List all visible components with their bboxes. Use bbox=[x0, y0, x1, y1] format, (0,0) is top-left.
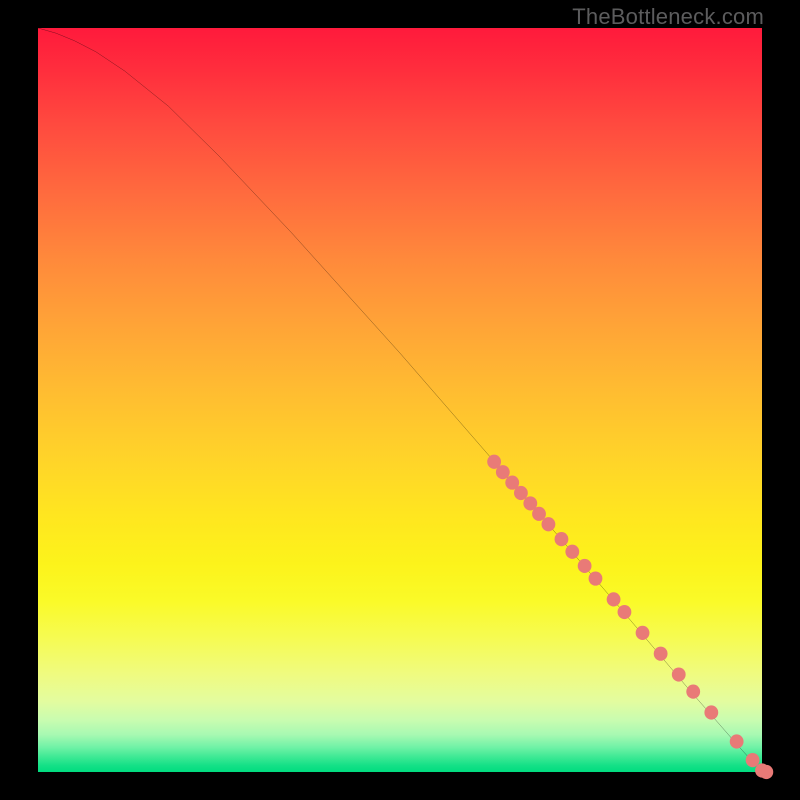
data-point bbox=[618, 605, 632, 619]
watermark-text: TheBottleneck.com bbox=[572, 4, 764, 30]
data-point bbox=[636, 626, 650, 640]
data-point bbox=[759, 765, 773, 779]
chart-overlay bbox=[38, 28, 762, 772]
data-point bbox=[672, 667, 686, 681]
data-point bbox=[686, 685, 700, 699]
data-point bbox=[730, 734, 744, 748]
chart-stage: TheBottleneck.com bbox=[0, 0, 800, 800]
data-point bbox=[654, 647, 668, 661]
data-point bbox=[578, 559, 592, 573]
data-point bbox=[565, 545, 579, 559]
bottleneck-curve bbox=[38, 28, 762, 772]
data-point bbox=[555, 532, 569, 546]
data-point bbox=[514, 486, 528, 500]
data-point bbox=[589, 571, 603, 585]
data-point bbox=[746, 753, 760, 767]
data-point bbox=[607, 592, 621, 606]
data-points bbox=[487, 455, 773, 779]
data-point bbox=[704, 705, 718, 719]
data-point bbox=[542, 517, 556, 531]
data-point bbox=[496, 465, 510, 479]
data-point bbox=[532, 507, 546, 521]
